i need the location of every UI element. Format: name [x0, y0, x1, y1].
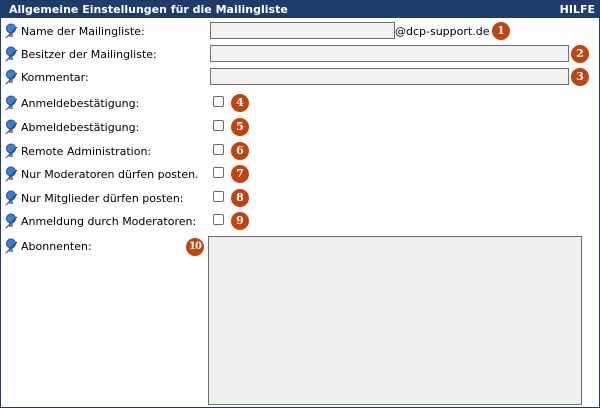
domain-suffix: @dcp-support.de: [395, 25, 490, 38]
callout-badge-9: 9: [231, 212, 249, 230]
panel-title: Allgemeine Einstellungen für die Mailing…: [9, 3, 288, 16]
row-moderators-post: Nur Moderatoren dürfen posten. 7: [1, 165, 599, 185]
moderated-subscribe-checkbox[interactable]: [213, 214, 224, 225]
comment-input[interactable]: [210, 68, 569, 85]
owner-label: Besitzer der Mailingliste:: [21, 48, 157, 61]
row-comment: Kommentar: 3: [1, 68, 599, 88]
panel-header: Allgemeine Einstellungen für die Mailing…: [1, 1, 599, 18]
callout-badge-4: 4: [231, 94, 249, 112]
lightbulb-icon: [5, 46, 18, 62]
lightbulb-icon: [5, 119, 18, 135]
lightbulb-icon: [5, 238, 18, 254]
help-link[interactable]: HILFE: [560, 3, 595, 16]
row-listname: Name der Mailingliste: @dcp-support.de 1: [1, 22, 599, 42]
moderators-post-checkbox[interactable]: [213, 167, 224, 178]
listname-label: Name der Mailingliste:: [21, 25, 145, 38]
lightbulb-icon: [5, 95, 18, 111]
remote-admin-label: Remote Administration:: [21, 145, 152, 158]
lightbulb-icon: [5, 213, 18, 229]
callout-badge-8: 8: [231, 189, 249, 207]
unsubscribe-confirm-checkbox[interactable]: [213, 120, 224, 131]
subscribers-textarea[interactable]: [208, 236, 582, 405]
callout-badge-1: 1: [492, 22, 510, 40]
settings-panel: Allgemeine Einstellungen für die Mailing…: [0, 0, 600, 408]
subscribers-label: Abonnenten:: [21, 240, 92, 253]
listname-input[interactable]: [210, 22, 395, 39]
row-unsubscribe-confirm: Abmeldebestätigung: 5: [1, 118, 599, 138]
comment-label: Kommentar:: [21, 71, 89, 84]
row-moderated-subscribe: Anmeldung durch Moderatoren: 9: [1, 212, 599, 232]
callout-badge-3: 3: [571, 68, 589, 86]
lightbulb-icon: [5, 190, 18, 206]
row-subscribe-confirm: Anmeldebestätigung: 4: [1, 94, 599, 114]
owner-input[interactable]: [210, 45, 569, 62]
callout-badge-7: 7: [231, 165, 249, 183]
remote-admin-checkbox[interactable]: [213, 144, 224, 155]
subscribe-confirm-checkbox[interactable]: [213, 96, 224, 107]
callout-badge-6: 6: [231, 142, 249, 160]
callout-badge-2: 2: [571, 45, 589, 63]
members-post-checkbox[interactable]: [213, 191, 224, 202]
lightbulb-icon: [5, 23, 18, 39]
members-post-label: Nur Mitglieder dürfen posten:: [21, 192, 184, 205]
unsubscribe-confirm-label: Abmeldebestätigung:: [21, 121, 140, 134]
row-owner: Besitzer der Mailingliste: 2: [1, 45, 599, 65]
lightbulb-icon: [5, 166, 18, 182]
row-members-post: Nur Mitglieder dürfen posten: 8: [1, 189, 599, 209]
callout-badge-10: 10: [186, 238, 204, 256]
row-remote-admin: Remote Administration: 6: [1, 142, 599, 162]
callout-badge-5: 5: [231, 118, 249, 136]
moderated-subscribe-label: Anmeldung durch Moderatoren:: [21, 215, 197, 228]
moderators-post-label: Nur Moderatoren dürfen posten.: [21, 168, 199, 181]
subscribe-confirm-label: Anmeldebestätigung:: [21, 97, 140, 110]
lightbulb-icon: [5, 69, 18, 85]
lightbulb-icon: [5, 143, 18, 159]
